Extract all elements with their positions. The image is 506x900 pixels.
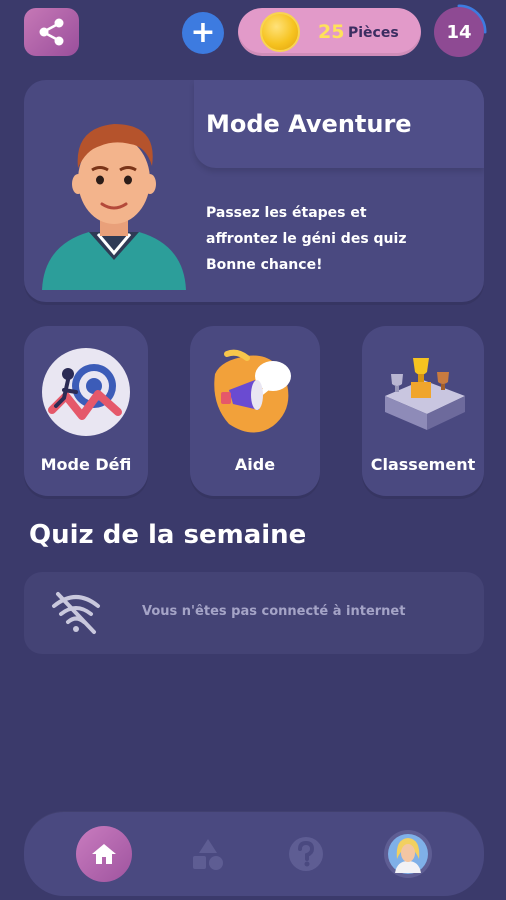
coins-counter[interactable]: 25 Pièces xyxy=(238,8,421,56)
level-number: 14 xyxy=(446,21,472,43)
add-coins-button[interactable]: + xyxy=(182,12,224,54)
adventure-description-line: affrontez le géni des quiz xyxy=(206,231,407,247)
weekly-quiz-title: Quiz de la semaine xyxy=(29,520,307,550)
coins-count: 25 xyxy=(318,21,345,43)
help-icon xyxy=(289,837,323,871)
profile-avatar xyxy=(384,830,432,878)
nav-profile[interactable] xyxy=(380,826,436,882)
wifi-off-icon xyxy=(52,592,100,634)
weekly-quiz-card: Vous n'êtes pas connecté à internet xyxy=(24,572,484,654)
coins-label: Pièces xyxy=(348,25,399,41)
nav-categories[interactable] xyxy=(180,826,236,882)
share-icon xyxy=(39,18,63,46)
adventure-title: Mode Aventure xyxy=(206,110,412,138)
podium-trophy-icon xyxy=(385,358,465,430)
coin-icon xyxy=(260,12,300,52)
shapes-icon xyxy=(193,839,223,870)
leaderboard-tile[interactable]: Classement xyxy=(362,326,484,496)
home-icon xyxy=(92,844,116,864)
adventure-description: Passez les étapes et affrontez le géni d… xyxy=(206,200,476,278)
adventure-description-line: Passez les étapes et xyxy=(206,205,367,221)
share-button[interactable] xyxy=(24,8,79,56)
leaderboard-label: Classement xyxy=(370,455,476,474)
challenge-mode-label: Mode Défi xyxy=(40,455,132,474)
man-avatar-illustration xyxy=(42,124,186,290)
help-tile[interactable]: Aide xyxy=(190,326,320,496)
nav-home[interactable] xyxy=(76,826,132,882)
adventure-mode-card[interactable]: Mode Aventure Passez les étapes et affro… xyxy=(24,80,484,302)
adventure-description-line: Bonne chance! xyxy=(206,257,323,273)
target-runner-icon xyxy=(42,348,130,436)
megaphone-icon xyxy=(214,349,291,433)
bottom-navigation xyxy=(24,812,484,896)
nav-help[interactable] xyxy=(278,826,334,882)
level-badge[interactable]: 14 xyxy=(434,7,484,57)
offline-message: Vous n'êtes pas connecté à internet xyxy=(142,604,406,619)
plus-icon: + xyxy=(190,15,216,50)
help-label: Aide xyxy=(234,455,276,474)
challenge-mode-tile[interactable]: Mode Défi xyxy=(24,326,148,496)
